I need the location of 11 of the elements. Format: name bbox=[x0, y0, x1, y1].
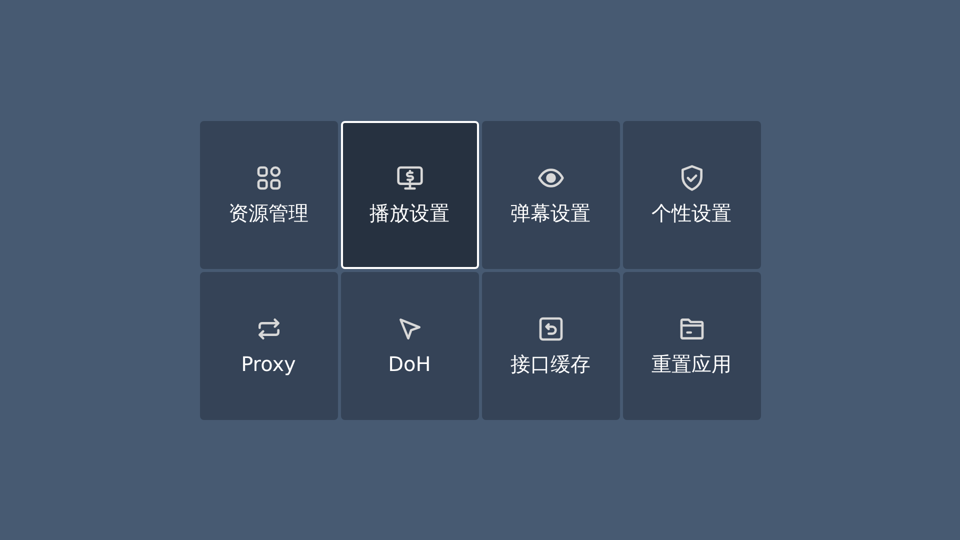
settings-tile[interactable]: DoH bbox=[340, 272, 478, 420]
settings-tile[interactable]: 弹幕设置 bbox=[482, 120, 620, 268]
undo-box-icon bbox=[536, 314, 564, 342]
settings-tile[interactable]: 重置应用 bbox=[622, 272, 760, 420]
settings-tile[interactable]: 资源管理 bbox=[200, 120, 338, 268]
settings-tile[interactable]: 接口缓存 bbox=[482, 272, 620, 420]
settings-tile[interactable]: Proxy bbox=[200, 272, 338, 420]
settings-tile[interactable]: 个性设置 bbox=[622, 120, 760, 268]
monitor-dollar-icon bbox=[396, 164, 424, 192]
settings-tile[interactable]: 播放设置 bbox=[340, 120, 478, 268]
grid-icon bbox=[254, 164, 282, 192]
